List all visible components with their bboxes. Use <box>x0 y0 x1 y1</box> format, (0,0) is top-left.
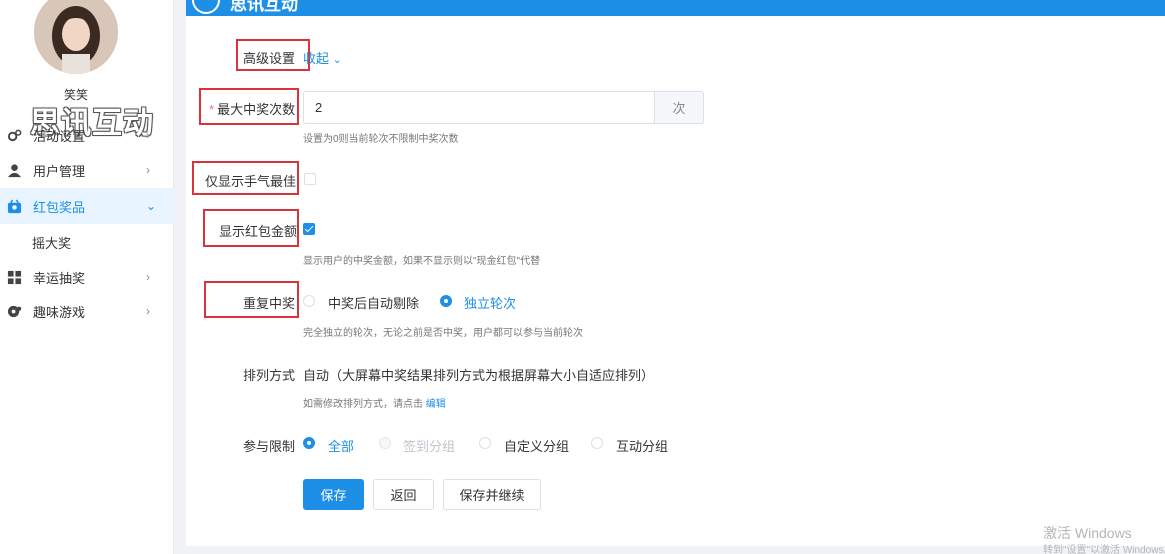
required-asterisk: * <box>209 102 215 117</box>
sidebar-item-fun-games[interactable]: 趣味游戏 › <box>0 293 174 329</box>
sidebar-item-label: 活动设置 <box>33 128 86 144</box>
windows-activation-title: 激活 Windows <box>1043 525 1132 541</box>
participation-option-all[interactable]: 全部 <box>328 436 354 455</box>
participation-radio-all[interactable] <box>303 437 315 449</box>
participation-option-interactive-group[interactable]: 互动分组 <box>616 436 668 455</box>
chevron-right-icon: › <box>146 128 150 142</box>
repeat-win-hint: 完全独立的轮次，无论之前是否中奖，用户都可以参与当前轮次 <box>303 328 583 339</box>
chevron-right-icon: › <box>146 270 150 284</box>
max-wins-label-text: 最大中奖次数 <box>217 102 296 117</box>
collapse-toggle[interactable]: 收起 ⌄ <box>303 48 342 67</box>
sidebar-item-label: 趣味游戏 <box>33 304 86 320</box>
chevron-down-icon: ⌄ <box>146 199 157 213</box>
repeat-win-radio-independent[interactable] <box>440 295 452 307</box>
avatar[interactable] <box>34 0 118 74</box>
gear-icon <box>6 127 22 143</box>
arrangement-hint: 如需修改排列方式，请点击 编辑 <box>303 395 446 410</box>
top-bar: 思讯互动 <box>186 0 1165 16</box>
sidebar-item-lucky-draw[interactable]: 幸运抽奖 › <box>0 259 174 295</box>
show-amount-label: 显示红包金额 <box>219 224 298 239</box>
chevron-down-icon: ⌄ <box>332 54 342 66</box>
arrangement-hint-text: 如需修改排列方式，请点击 <box>303 399 423 410</box>
max-wins-unit: 次 <box>654 91 704 124</box>
participation-radio-signin-group <box>379 437 391 449</box>
advanced-settings-label: 高级设置 <box>243 51 296 66</box>
brand-title: 思讯互动 <box>230 0 298 14</box>
gamepad-icon <box>6 303 22 319</box>
save-continue-button[interactable]: 保存并继续 <box>443 479 541 510</box>
sidebar-item-red-packet-prizes[interactable]: 红包奖品 ⌄ <box>0 188 174 224</box>
grid-icon <box>6 269 22 285</box>
max-wins-input[interactable]: 2 <box>303 91 654 124</box>
sidebar-item-activity-settings[interactable]: 活动设置 › <box>0 117 174 153</box>
repeat-win-label: 重复中奖 <box>243 296 296 311</box>
avatar-image <box>34 0 118 74</box>
logo-icon <box>192 0 220 14</box>
gift-icon <box>6 198 22 214</box>
participation-radio-interactive-group[interactable] <box>591 437 603 449</box>
participation-radio-custom-group[interactable] <box>479 437 491 449</box>
best-luck-only-checkbox[interactable] <box>304 173 316 185</box>
chevron-right-icon: › <box>146 163 150 177</box>
repeat-win-option-independent[interactable]: 独立轮次 <box>464 293 516 312</box>
back-button[interactable]: 返回 <box>373 479 434 510</box>
sidebar-item-label: 幸运抽奖 <box>33 270 86 286</box>
arrangement-label: 排列方式 <box>243 368 296 383</box>
participation-option-custom-group[interactable]: 自定义分组 <box>504 436 569 455</box>
participation-option-signin-group: 签到分组 <box>403 439 456 454</box>
save-button[interactable]: 保存 <box>303 479 364 510</box>
user-icon <box>6 162 22 178</box>
arrangement-value: 自动（大屏幕中奖结果排列方式为根据屏幕大小自适应排列） <box>303 368 655 383</box>
sidebar-item-user-management[interactable]: 用户管理 › <box>0 152 174 188</box>
sidebar-item-label: 红包奖品 <box>33 199 86 215</box>
chevron-right-icon: › <box>146 304 150 318</box>
sidebar: 笑笑 思讯互动 活动设置 › 用户管理 › 红包奖品 ⌄ 摇大奖 幸运抽奖 › … <box>0 0 174 554</box>
windows-activation-hint: 转到"设置"以激活 Windows。 <box>1043 545 1165 554</box>
repeat-win-option-remove[interactable]: 中奖后自动剔除 <box>328 293 419 312</box>
collapse-toggle-label: 收起 <box>303 51 330 66</box>
participation-label: 参与限制 <box>243 439 296 454</box>
max-wins-hint: 设置为0则当前轮次不限制中奖次数 <box>303 134 459 145</box>
max-wins-label: * 最大中奖次数 <box>209 99 295 118</box>
repeat-win-radio-remove[interactable] <box>303 295 315 307</box>
sidebar-subitem-shake-prize[interactable]: 摇大奖 <box>0 224 174 260</box>
max-wins-input-group: 2 次 <box>303 91 704 124</box>
best-luck-only-label: 仅显示手气最佳 <box>205 174 297 189</box>
edit-arrangement-link[interactable]: 编辑 <box>426 399 446 410</box>
sidebar-item-label: 用户管理 <box>33 163 86 179</box>
show-amount-hint: 显示用户的中奖金额，如果不显示则以"现金红包"代替 <box>303 256 541 267</box>
show-amount-checkbox[interactable] <box>303 223 315 235</box>
